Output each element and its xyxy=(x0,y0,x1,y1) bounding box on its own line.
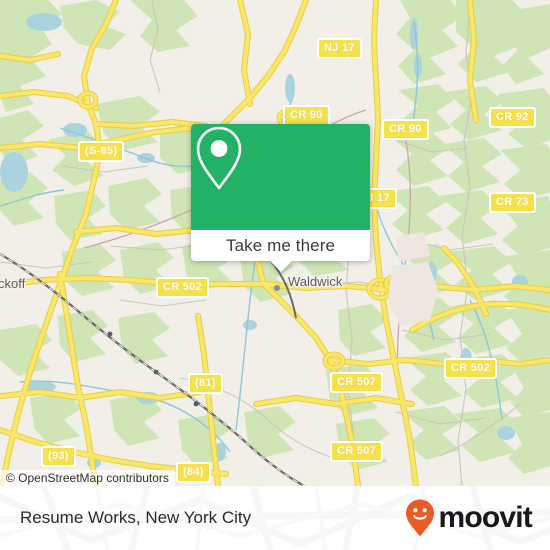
place-label-waldwick: Waldwick xyxy=(288,274,343,289)
road-shield-s85: (S-85) xyxy=(78,141,125,162)
osm-attribution[interactable]: © OpenStreetMap contributors xyxy=(0,470,175,486)
road-shield-cr90-east: CR 90 xyxy=(382,119,429,140)
road-shield-81: (81) xyxy=(188,373,223,394)
place-label-wyckoff: ckoff xyxy=(0,276,26,291)
road-shield-nj17-north: NJ 17 xyxy=(317,38,362,59)
callout-action-bar[interactable]: Take me there xyxy=(191,230,370,272)
road-shield-cr502-west: CR 502 xyxy=(156,277,210,298)
moovit-logo[interactable]: moovit xyxy=(404,498,533,538)
location-pin-icon xyxy=(196,126,242,190)
moovit-wordmark: moovit xyxy=(438,501,532,534)
road-shield-cr92: CR 92 xyxy=(489,107,536,128)
moovit-smiley-pin-icon xyxy=(406,499,435,537)
callout-pin-area xyxy=(191,124,370,230)
map-canvas[interactable]: Waldwick ckoff NJ 17 CR 90 CR 90 CR 92 (… xyxy=(0,0,550,486)
road-shield-93: (93) xyxy=(41,446,76,467)
road-shield-84: (84) xyxy=(176,462,211,483)
road-shield-cr507-north: CR 507 xyxy=(330,372,384,393)
place-dot-waldwick xyxy=(274,285,280,291)
moovit-location-card: Waldwick ckoff NJ 17 CR 90 CR 90 CR 92 (… xyxy=(0,0,550,550)
take-me-there-callout[interactable]: Take me there xyxy=(191,124,370,272)
callout-pointer xyxy=(269,261,292,272)
footer-bar: Resume Works, New York City moovit xyxy=(0,486,550,550)
road-shield-cr90-west: CR 90 xyxy=(283,105,330,126)
road-shield-cr73: CR 73 xyxy=(489,192,536,213)
location-title: Resume Works, New York City xyxy=(20,508,252,527)
road-shield-cr502-east: CR 502 xyxy=(444,358,498,379)
take-me-there-label: Take me there xyxy=(225,236,336,255)
road-shield-cr507-south: CR 507 xyxy=(330,441,384,462)
